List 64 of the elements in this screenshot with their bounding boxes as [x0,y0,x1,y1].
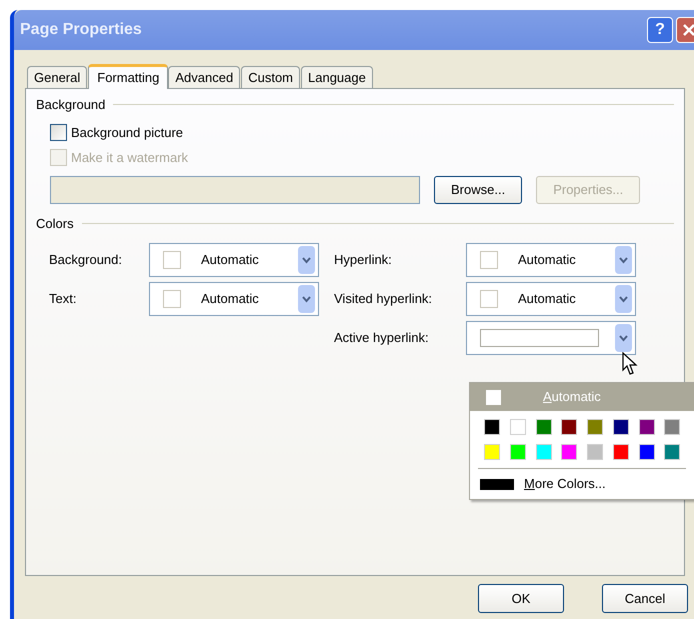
color-dropdown[interactable]: Automatic [149,243,319,277]
chevron-down-icon [302,296,311,302]
color-value: Automatic [517,290,577,308]
tab[interactable]: Advanced [168,66,240,88]
color-swatch [163,251,181,269]
color-swatch[interactable] [561,419,578,435]
color-swatch[interactable] [510,444,526,460]
section-heading: Background [36,96,106,114]
color-swatch[interactable] [638,444,654,460]
color-swatch[interactable] [638,419,654,435]
color-dropdown[interactable]: Automatic [466,243,636,277]
color-swatch [486,390,501,404]
color-value: Automatic [517,251,577,270]
dialog-button[interactable]: Cancel [602,584,688,613]
dropdown-button[interactable] [615,324,632,352]
checkbox[interactable] [50,124,67,141]
color-swatch [480,251,498,269]
field-label: Background: [49,251,123,270]
color-swatch[interactable] [664,419,680,435]
tab[interactable]: Custom [241,66,300,88]
color-swatch[interactable] [561,444,578,460]
field-label: Visited hyperlink: [334,290,434,308]
chevron-down-icon [619,334,628,342]
dropdown-button[interactable] [615,285,632,313]
color-swatch[interactable] [484,444,500,460]
color-swatch [480,290,498,308]
chevron-down-icon [302,256,311,264]
help-button[interactable]: ? [647,17,673,43]
chevron-down-icon [619,296,628,302]
more-colors-option[interactable]: More Colors... [470,469,694,499]
dialog-button[interactable]: OK [478,584,564,613]
field-label: Hyperlink: [334,251,393,270]
tab[interactable]: General [27,66,88,88]
field-label: Active hyperlink: [334,329,430,348]
checkbox-label: Background picture [71,124,184,142]
checkbox-label: Make it a watermark [71,149,188,167]
dropdown-button[interactable] [298,246,315,274]
color-swatch[interactable] [612,419,629,435]
dropdown-button[interactable] [615,246,632,274]
section-heading: Colors [36,214,74,232]
color-value: Automatic [200,290,260,308]
chevron-down-icon [619,256,628,264]
color-dropdown[interactable]: Automatic [149,282,319,316]
field-label: Text: [49,290,78,308]
dialog-button[interactable]: Browse... [434,176,522,204]
dropdown-button[interactable] [298,285,315,313]
color-swatch[interactable] [510,419,526,435]
color-swatch[interactable] [587,444,603,460]
mouse-pointer-icon [622,352,638,376]
color-swatch[interactable] [536,444,552,460]
tab[interactable]: Language [301,66,373,88]
color-value: Automatic [200,251,260,270]
picture-path-field[interactable] [50,176,420,204]
color-swatch[interactable] [536,419,552,435]
color-swatch [480,478,514,490]
color-swatch [163,290,181,308]
color-swatch[interactable] [587,419,603,435]
color-swatch[interactable] [612,444,629,460]
window-title: Page Properties [20,20,143,40]
color-swatch[interactable] [664,444,680,460]
color-dropdown[interactable]: Automatic [466,282,636,316]
tab[interactable]: Formatting [88,64,168,89]
color-swatch[interactable] [484,419,500,435]
color-dropdown[interactable] [466,321,636,355]
